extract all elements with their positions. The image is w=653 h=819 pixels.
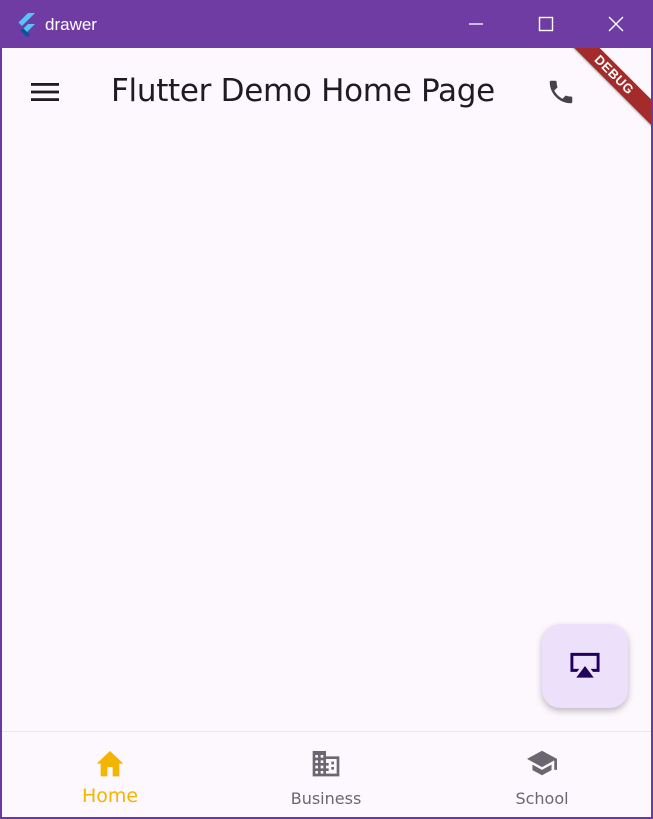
- app-bar: Flutter Demo Home Page: [2, 48, 651, 138]
- nav-label-school: School: [515, 789, 569, 808]
- window-title: drawer: [45, 15, 97, 34]
- maximize-button[interactable]: [511, 0, 581, 48]
- airplay-icon: [570, 652, 600, 678]
- app-window: drawer Flutter Demo Home Page DEBUG Home…: [0, 0, 653, 819]
- nav-item-business[interactable]: Business: [218, 732, 434, 817]
- close-button[interactable]: [581, 0, 651, 48]
- minimize-button[interactable]: [441, 0, 511, 48]
- business-icon: [309, 746, 343, 780]
- home-icon: [93, 746, 127, 780]
- floating-action-button[interactable]: [542, 624, 628, 708]
- flutter-logo-icon: [18, 13, 35, 37]
- menu-icon: [31, 83, 59, 101]
- page-title: Flutter Demo Home Page: [111, 73, 495, 109]
- drawer-menu-button[interactable]: [24, 71, 66, 113]
- school-icon: [525, 746, 559, 780]
- maximize-icon: [538, 16, 554, 32]
- nav-item-school[interactable]: School: [434, 732, 650, 817]
- app-content: Flutter Demo Home Page DEBUG Home Busine…: [2, 48, 651, 817]
- nav-item-home[interactable]: Home: [2, 732, 218, 817]
- close-icon: [608, 16, 624, 32]
- phone-button[interactable]: [539, 70, 583, 114]
- phone-icon: [549, 80, 573, 104]
- nav-label-business: Business: [290, 789, 362, 808]
- bottom-navigation-bar: Home Business School: [2, 731, 651, 817]
- minimize-icon: [469, 23, 483, 25]
- title-bar: drawer: [0, 0, 653, 48]
- nav-label-home: Home: [81, 785, 139, 807]
